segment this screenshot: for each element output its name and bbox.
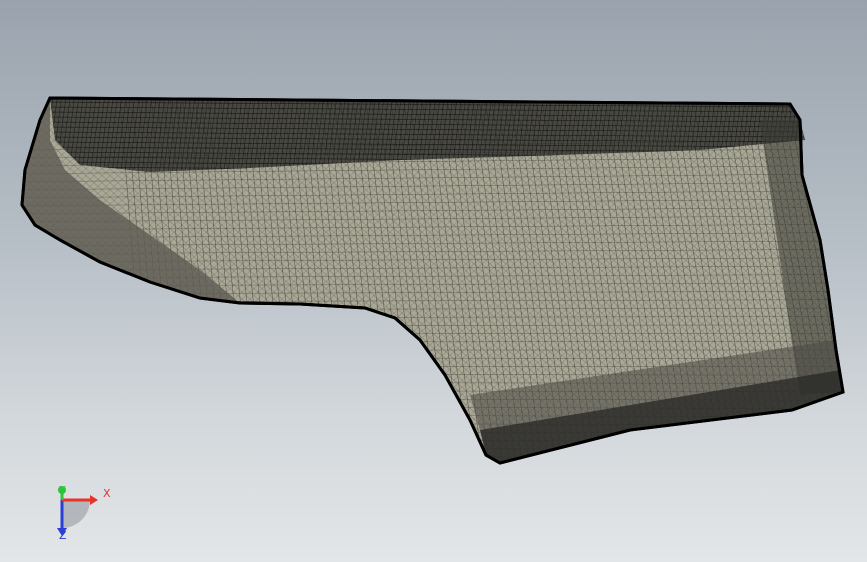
mesh-line <box>848 100 867 470</box>
mesh-line <box>22 99 29 463</box>
mesh-line <box>839 99 843 463</box>
mesh-line <box>839 99 843 463</box>
mesh-line <box>0 100 20 470</box>
mesh-line <box>22 445 843 452</box>
mesh-line <box>22 421 843 426</box>
mesh-line <box>823 99 843 463</box>
mesh-line <box>0 100 12 470</box>
mesh-line <box>22 429 843 435</box>
mesh-line <box>848 100 867 470</box>
mesh-line <box>22 453 843 460</box>
mesh-line <box>22 437 843 443</box>
mesh-line <box>0 100 20 470</box>
triad-z-label: Z <box>59 529 67 542</box>
mesh-line <box>856 100 867 470</box>
mesh-line <box>22 99 29 463</box>
mesh-model[interactable] <box>0 0 867 562</box>
mesh-line <box>0 100 4 470</box>
mesh-line <box>831 99 843 463</box>
mesh-line <box>823 99 843 463</box>
triad-y-label: Y <box>59 484 66 497</box>
mesh-line <box>22 461 843 463</box>
mesh-line <box>831 99 843 463</box>
coordinate-triad: X Y Z <box>40 478 120 548</box>
mesh-line <box>0 100 12 470</box>
graphics-viewport[interactable]: X Y Z <box>0 0 867 562</box>
mesh-line <box>856 100 867 470</box>
mesh-line <box>0 100 4 470</box>
triad-x-label: X <box>103 487 111 500</box>
